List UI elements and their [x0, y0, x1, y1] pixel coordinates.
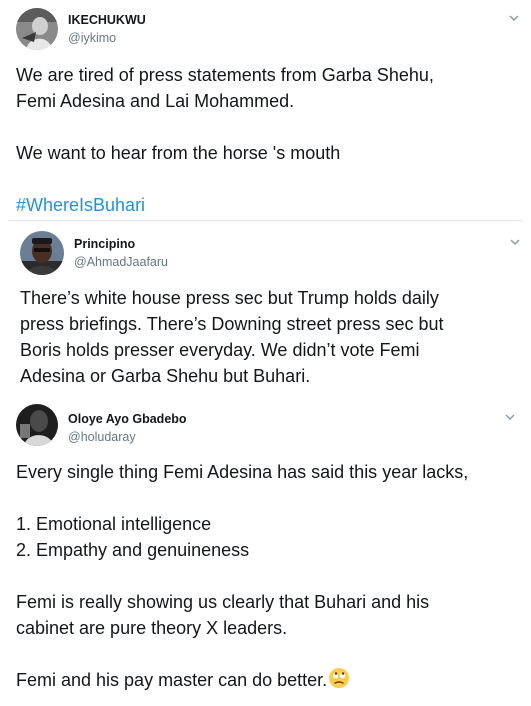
user-handle[interactable]: @holudaray	[68, 430, 136, 444]
face-with-rolling-eyes-icon	[328, 667, 350, 696]
tweet-text: There’s white house press sec but Trump …	[20, 288, 444, 386]
tweet-ikechukwu[interactable]: IKECHUKWU @iykimo We are tired of press …	[0, 0, 531, 220]
chevron-down-icon[interactable]	[509, 236, 521, 248]
tweet-principino[interactable]: Principino @AhmadJaafaru There’s white h…	[8, 220, 523, 392]
display-name[interactable]: Principino	[74, 237, 135, 251]
user-handle[interactable]: @AhmadJaafaru	[74, 255, 168, 269]
hashtag-link[interactable]: #WhereIsBuhari	[16, 192, 145, 218]
tweet-text: We are tired of press statements from Ga…	[16, 65, 434, 163]
avatar[interactable]	[20, 231, 64, 275]
avatar[interactable]	[16, 404, 58, 446]
display-name[interactable]: Oloye Ayo Gbadebo	[68, 412, 187, 426]
user-handle[interactable]: @iykimo	[68, 31, 116, 45]
tweet-text: Every single thing Femi Adesina has said…	[16, 459, 526, 696]
tweet-oloye-ayo-gbadebo[interactable]: Oloye Ayo Gbadebo @holudaray Every singl…	[0, 396, 531, 706]
avatar[interactable]	[16, 8, 58, 50]
tweet-text-content: Every single thing Femi Adesina has said…	[16, 462, 469, 690]
display-name[interactable]: IKECHUKWU	[68, 13, 146, 27]
chevron-down-icon[interactable]	[504, 411, 516, 423]
chevron-down-icon[interactable]	[508, 12, 520, 24]
